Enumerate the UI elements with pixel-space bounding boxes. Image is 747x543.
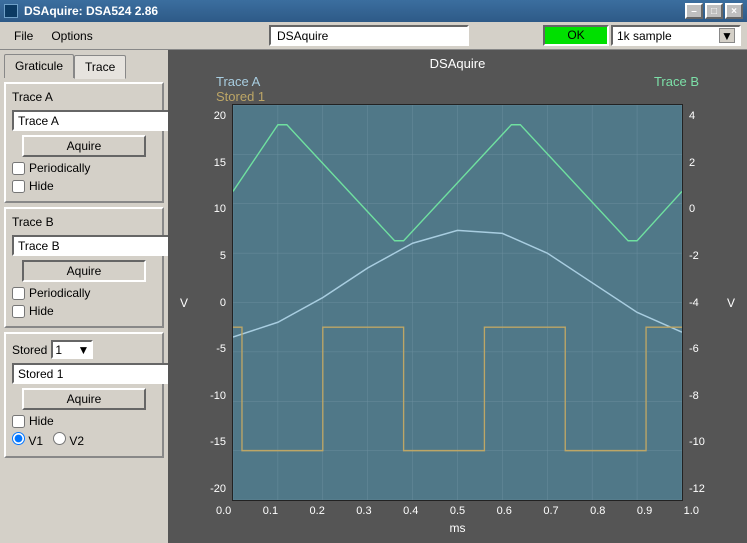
- menu-file[interactable]: File: [6, 25, 41, 47]
- trace-a-name-input[interactable]: [12, 110, 179, 131]
- sample-mode-combo[interactable]: 1k sample ▼: [611, 25, 741, 46]
- stored-acquire-button[interactable]: Aquire: [22, 388, 146, 410]
- sample-mode-value: 1k sample: [617, 29, 672, 43]
- stored-hide-checkbox[interactable]: Hide: [12, 414, 156, 428]
- titlebar: DSAquire: DSA524 2.86 – □ ×: [0, 0, 747, 22]
- app-icon: [4, 4, 18, 18]
- x-axis-label: ms: [176, 517, 739, 535]
- stored-v1-radio[interactable]: V1: [12, 432, 43, 448]
- chevron-down-icon: ▼: [77, 343, 89, 357]
- trace-b-title: Trace B: [12, 215, 156, 229]
- group-trace-a: Trace A Aquire Periodically Hide: [4, 82, 164, 203]
- plot-area: DSAquire Trace A Stored 1 Trace B V 2015…: [168, 50, 747, 543]
- y-axis-right-ticks: 420-2-4-6-8-10-12: [683, 104, 723, 501]
- tab-graticule[interactable]: Graticule: [4, 54, 74, 78]
- x-axis-ticks: 0.00.10.20.30.40.50.60.70.80.91.0: [176, 501, 739, 517]
- trace-a-title: Trace A: [12, 90, 156, 104]
- ok-status: OK: [543, 25, 609, 46]
- tab-trace[interactable]: Trace: [74, 55, 126, 79]
- menubar: File Options OK 1k sample ▼: [0, 22, 747, 50]
- group-trace-b: Trace B Aquire Periodically Hide: [4, 207, 164, 328]
- menu-options[interactable]: Options: [43, 25, 100, 47]
- trace-a-periodically-checkbox[interactable]: Periodically: [12, 161, 156, 175]
- window-title: DSAquire: DSA524 2.86: [24, 4, 158, 18]
- legend-trace-b: Trace B: [654, 74, 699, 104]
- stored-title: Stored: [12, 343, 47, 357]
- chevron-down-icon: ▼: [719, 28, 735, 43]
- legend-stored-1: Stored 1: [216, 89, 265, 104]
- minimize-button[interactable]: –: [685, 3, 703, 19]
- trace-b-periodically-checkbox[interactable]: Periodically: [12, 286, 156, 300]
- trace-b-acquire-button[interactable]: Aquire: [22, 260, 146, 282]
- group-stored: Stored 1 ▼ Aquire Hide V1 V2: [4, 332, 164, 458]
- stored-index-combo[interactable]: 1 ▼: [51, 340, 93, 359]
- side-panel: Graticule Trace Trace A Aquire Periodica…: [0, 50, 168, 543]
- trace-b-hide-checkbox[interactable]: Hide: [12, 304, 156, 318]
- trace-b-name-input[interactable]: [12, 235, 179, 256]
- plot-title: DSAquire: [176, 56, 739, 74]
- title-input[interactable]: [269, 25, 469, 46]
- close-button[interactable]: ×: [725, 3, 743, 19]
- stored-name-input[interactable]: [12, 363, 179, 384]
- legend-trace-a: Trace A: [216, 74, 265, 89]
- y-axis-right-label: V: [723, 296, 739, 310]
- trace-a-acquire-button[interactable]: Aquire: [22, 135, 146, 157]
- y-axis-left-label: V: [176, 296, 192, 310]
- y-axis-left-ticks: 20151050-5-10-15-20: [192, 104, 232, 501]
- stored-v2-radio[interactable]: V2: [53, 432, 84, 448]
- plot-canvas: [232, 104, 683, 501]
- maximize-button[interactable]: □: [705, 3, 723, 19]
- trace-a-hide-checkbox[interactable]: Hide: [12, 179, 156, 193]
